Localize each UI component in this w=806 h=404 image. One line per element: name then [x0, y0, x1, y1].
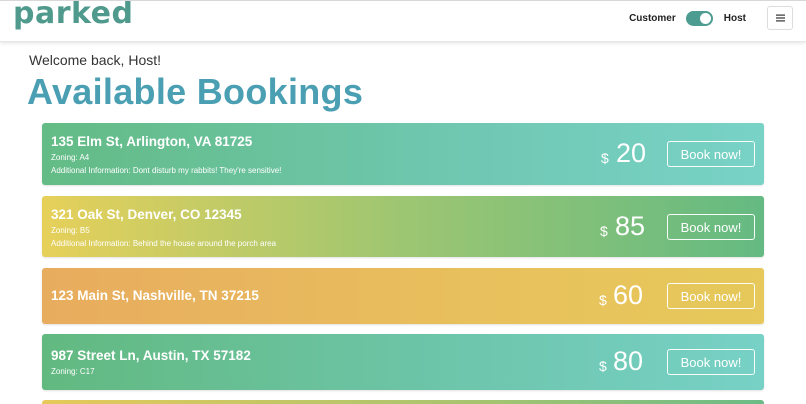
page-title: Available Bookings — [27, 71, 364, 112]
booking-price: 20 — [616, 138, 647, 168]
booking-card: 321 Oak St, Denver, CO 12345 Zoning: B5 … — [42, 196, 764, 257]
navbar: parked Customer Host — [0, 1, 806, 42]
hamburger-icon — [775, 14, 785, 22]
book-now-button[interactable]: Book now! — [667, 214, 755, 240]
booking-address: 123 Main St, Nashville, TN 37215 — [51, 288, 259, 303]
booking-card-partial — [42, 400, 764, 404]
booking-zoning: Zoning: A4 — [51, 153, 90, 162]
booking-info: Additional Information: Behind the house… — [51, 239, 277, 248]
booking-price: 60 — [613, 280, 644, 310]
toggle-label-customer: Customer — [629, 12, 676, 24]
booking-address: 321 Oak St, Denver, CO 12345 — [51, 207, 242, 222]
app-window: parked Customer Host Welcome back, Host!… — [0, 0, 806, 404]
book-now-button[interactable]: Book now! — [667, 141, 755, 167]
toggle-label-host: Host — [723, 12, 746, 24]
booking-info: Additional Information: Dont disturb my … — [51, 166, 282, 175]
booking-zoning: Zoning: C17 — [51, 367, 95, 376]
role-switch[interactable] — [685, 10, 713, 26]
switch-knob — [699, 12, 711, 24]
book-now-button[interactable]: Book now! — [667, 349, 755, 375]
booking-card: 123 Main St, Nashville, TN 37215 $ 60 Bo… — [42, 268, 764, 324]
logo[interactable]: parked — [13, 1, 133, 31]
book-now-button[interactable]: Book now! — [667, 283, 755, 309]
booking-card: 987 Street Ln, Austin, TX 57182 Zoning: … — [42, 334, 764, 390]
menu-button[interactable] — [767, 6, 793, 30]
currency-symbol: $ — [601, 150, 609, 166]
booking-zoning: Zoning: B5 — [51, 226, 90, 235]
currency-symbol: $ — [599, 292, 607, 308]
booking-address: 987 Street Ln, Austin, TX 57182 — [51, 348, 251, 363]
welcome-message: Welcome back, Host! — [29, 52, 162, 68]
booking-address: 135 Elm St, Arlington, VA 81725 — [51, 134, 253, 149]
booking-card: 135 Elm St, Arlington, VA 81725 Zoning: … — [42, 123, 764, 185]
role-toggle: Customer Host — [629, 10, 746, 26]
booking-price: 85 — [615, 211, 646, 241]
currency-symbol: $ — [600, 223, 608, 239]
currency-symbol: $ — [599, 358, 607, 374]
booking-price: 80 — [613, 346, 644, 376]
